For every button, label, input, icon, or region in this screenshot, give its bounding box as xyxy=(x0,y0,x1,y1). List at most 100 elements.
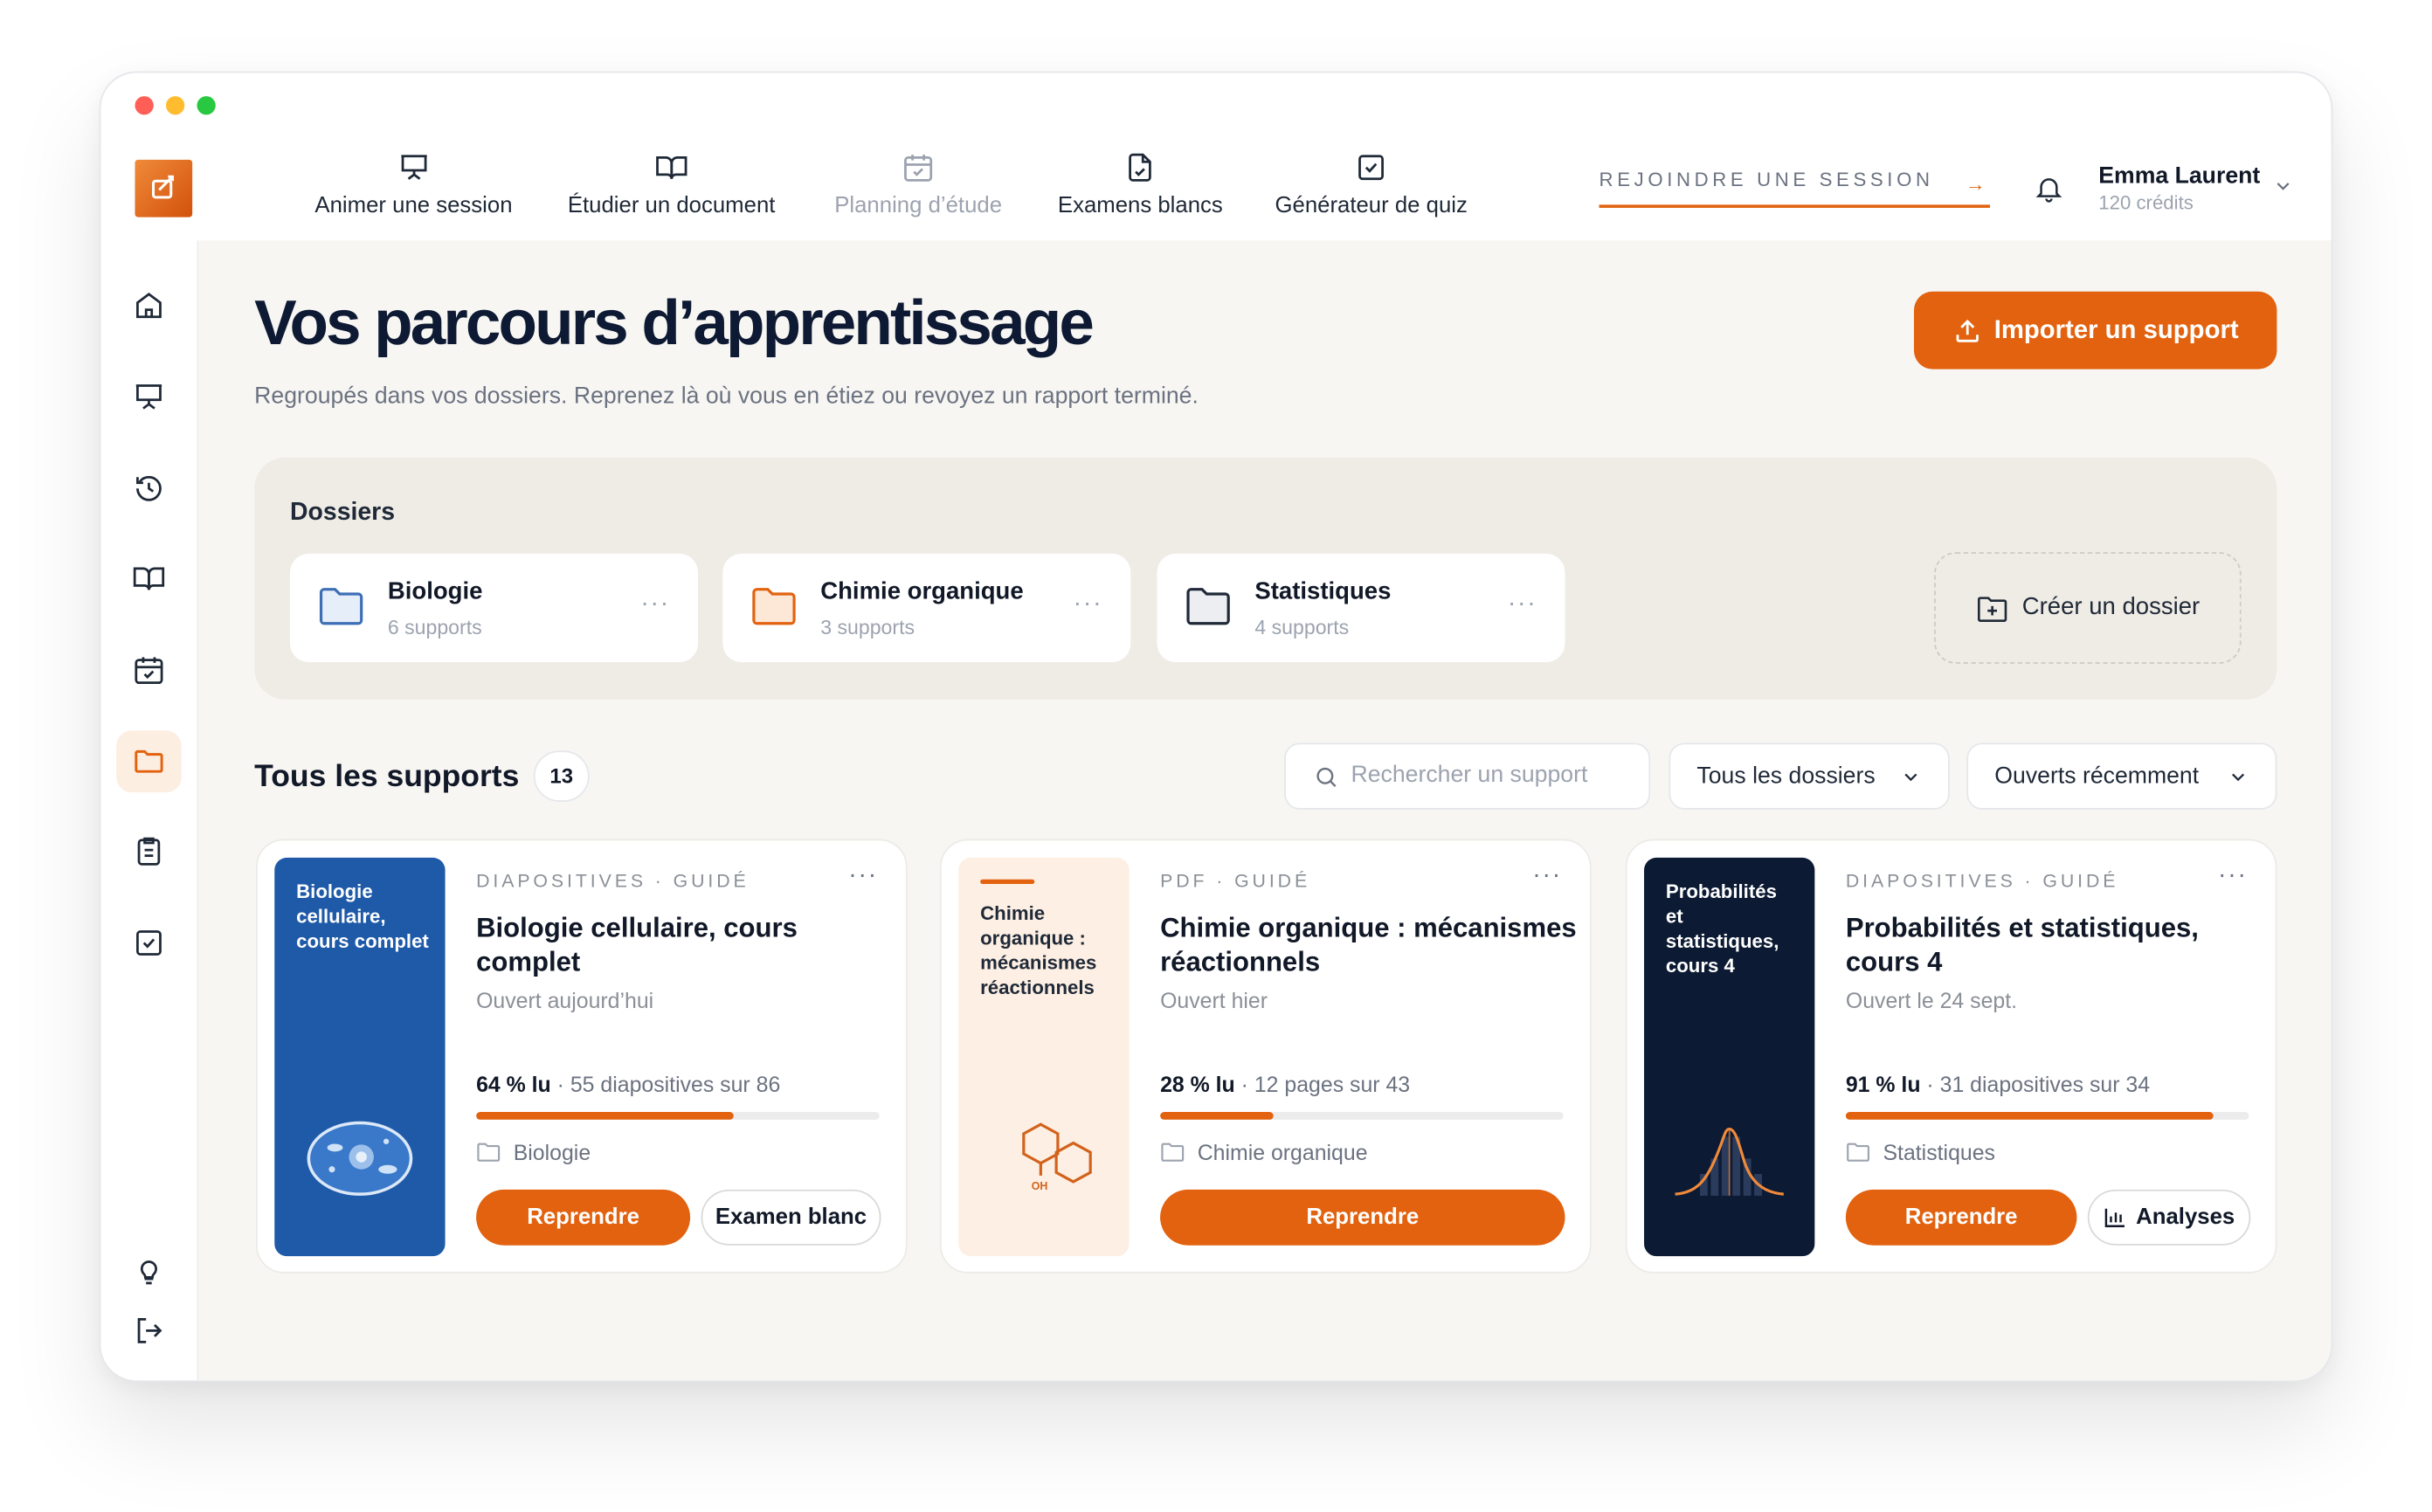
bar-chart-icon xyxy=(2104,1208,2125,1227)
import-label: Importer un support xyxy=(1993,315,2239,344)
nav-generateur-quiz[interactable]: Générateur de quiz xyxy=(1275,150,1468,218)
cover-title: Biologie cellulaire, cours complet xyxy=(296,880,429,953)
maximize-window-button[interactable] xyxy=(197,96,216,115)
progress-bar xyxy=(476,1112,880,1120)
book-open-icon xyxy=(655,155,687,179)
nav-examens-blancs[interactable]: Examens blancs xyxy=(1058,150,1223,218)
app-window: Animer une session Étudier un document P… xyxy=(99,71,2333,1382)
sort-select[interactable]: Ouverts récemment xyxy=(1966,742,2277,810)
analytics-button[interactable]: Analyses xyxy=(2087,1189,2251,1246)
cover-title: Chimie organique : mécanismes réactionne… xyxy=(980,902,1097,999)
more-options-icon[interactable]: ··· xyxy=(640,590,670,618)
lightbulb-icon xyxy=(140,1260,157,1285)
user-menu[interactable]: Emma Laurent 120 crédits xyxy=(2098,162,2260,214)
sidebar-item-exams[interactable] xyxy=(116,820,182,882)
support-folder-name: Biologie xyxy=(513,1139,591,1165)
more-options-icon[interactable]: ··· xyxy=(848,862,878,890)
more-options-icon[interactable]: ··· xyxy=(2218,862,2248,890)
support-type: DIAPOSITIVES · GUIDÉ xyxy=(476,870,750,892)
folder-icon xyxy=(1186,588,1230,625)
support-type: PDF · GUIDÉ xyxy=(1160,870,1311,892)
support-card-statistiques[interactable]: Probabilités et statistiques, cours 4 DI… xyxy=(1625,839,2277,1274)
import-button[interactable]: Importer un support xyxy=(1913,291,2277,369)
resume-button[interactable]: Reprendre xyxy=(476,1189,691,1246)
opened-date: Ouvert le 24 sept. xyxy=(1845,987,2018,1013)
folders-title: Dossiers xyxy=(290,499,396,526)
folders-panel: Dossiers Biologie 6 supports ··· Chimie … xyxy=(254,457,2277,700)
support-card-biologie[interactable]: Biologie cellulaire, cours complet DIAPO… xyxy=(255,839,908,1274)
support-card-chimie[interactable]: Chimie organique : mécanismes réactionne… xyxy=(939,839,1592,1274)
app-logo[interactable] xyxy=(135,159,193,217)
progress-text: 91 % lu · 31 diapositives sur 34 xyxy=(1846,1072,2150,1096)
cover-statistiques: Probabilités et statistiques, cours 4 xyxy=(1644,857,1815,1257)
sidebar xyxy=(100,240,199,1381)
close-window-button[interactable] xyxy=(135,96,154,115)
mock-exam-button[interactable]: Examen blanc xyxy=(701,1189,881,1246)
sidebar-item-tips[interactable] xyxy=(116,1240,182,1302)
more-options-icon[interactable]: ··· xyxy=(1074,590,1103,618)
progress-text: 64 % lu · 55 diapositives sur 86 xyxy=(476,1072,780,1096)
more-options-icon[interactable]: ··· xyxy=(1508,590,1537,618)
sidebar-item-planning[interactable] xyxy=(116,639,182,701)
calendar-icon xyxy=(135,657,163,685)
cell-illustration-icon xyxy=(307,1121,413,1196)
logout-icon xyxy=(137,1317,162,1343)
join-session-link[interactable]: REJOINDRE UNE SESSION → xyxy=(1599,169,1990,208)
more-options-icon[interactable]: ··· xyxy=(1532,862,1562,890)
folder-icon xyxy=(477,1143,501,1162)
chevron-down-icon xyxy=(2232,772,2245,781)
progress-bar xyxy=(1160,1112,1564,1120)
sidebar-item-logout[interactable] xyxy=(116,1300,182,1362)
presentation-icon xyxy=(135,384,162,410)
opened-date: Ouvert hier xyxy=(1160,987,1268,1013)
search-box xyxy=(1284,742,1651,810)
cover-chimie: Chimie organique : mécanismes réactionne… xyxy=(958,857,1130,1257)
folder-card-chimie-organique[interactable]: Chimie organique 3 supports ··· xyxy=(722,553,1131,663)
mock-exam-label: Examen blanc xyxy=(715,1205,867,1230)
create-folder-button[interactable]: Créer un dossier xyxy=(1934,552,2242,664)
sidebar-item-folders[interactable] xyxy=(116,730,182,793)
progress-text: 28 % lu · 12 pages sur 43 xyxy=(1160,1072,1410,1096)
resume-button[interactable]: Reprendre xyxy=(1845,1189,2077,1246)
calendar-check-icon xyxy=(904,155,933,182)
upload-icon xyxy=(1955,318,1979,342)
folder-count: 4 supports xyxy=(1254,615,1350,639)
support-folder: Chimie organique xyxy=(1160,1140,1368,1164)
resume-button[interactable]: Reprendre xyxy=(1160,1189,1565,1246)
folder-count: 6 supports xyxy=(387,615,482,639)
folder-icon xyxy=(752,588,796,625)
sidebar-item-documents[interactable] xyxy=(116,548,182,610)
support-title: Chimie organique : mécanismes réactionne… xyxy=(1160,911,1577,977)
chevron-down-icon[interactable] xyxy=(2272,176,2294,197)
checkbox-icon xyxy=(136,930,162,956)
progress-fill xyxy=(476,1112,735,1120)
sidebar-item-quiz[interactable] xyxy=(116,912,182,974)
cover-title: Probabilités et statistiques, cours 4 xyxy=(1665,880,1779,977)
sidebar-item-history[interactable] xyxy=(116,458,182,520)
progress-detail: · 31 diapositives sur 34 xyxy=(1920,1071,2151,1097)
opened-date: Ouvert aujourd’hui xyxy=(476,987,654,1013)
resume-label: Reprendre xyxy=(1306,1205,1420,1230)
folder-icon xyxy=(1847,1143,1869,1162)
folder-filter-value: Tous les dossiers xyxy=(1696,763,1876,790)
bell-icon[interactable] xyxy=(2034,172,2065,204)
folder-icon xyxy=(135,749,163,773)
folder-card-statistiques[interactable]: Statistiques 4 supports ··· xyxy=(1157,553,1565,663)
progress-fill xyxy=(1845,1112,2213,1120)
folder-card-biologie[interactable]: Biologie 6 supports ··· xyxy=(290,553,698,663)
folder-filter-select[interactable]: Tous les dossiers xyxy=(1669,742,1950,810)
molecule-icon xyxy=(1022,1122,1092,1184)
minimize-window-button[interactable] xyxy=(165,96,185,115)
nav-etudier-document[interactable]: Étudier un document xyxy=(568,150,775,218)
user-credits: 120 crédits xyxy=(2098,192,2194,215)
search-input[interactable] xyxy=(1351,761,1631,788)
logo-icon xyxy=(151,175,174,199)
support-title: Biologie cellulaire, cours complet xyxy=(476,911,798,977)
bell-curve-icon xyxy=(1675,1127,1784,1196)
cover-accent-line xyxy=(980,879,1035,885)
sidebar-item-home[interactable] xyxy=(116,274,182,336)
nav-label: Examens blancs xyxy=(1057,193,1223,219)
nav-animer-session[interactable]: Animer une session xyxy=(314,150,513,218)
sidebar-item-sessions[interactable] xyxy=(116,366,182,428)
sort-value: Ouverts récemment xyxy=(1994,763,2200,790)
